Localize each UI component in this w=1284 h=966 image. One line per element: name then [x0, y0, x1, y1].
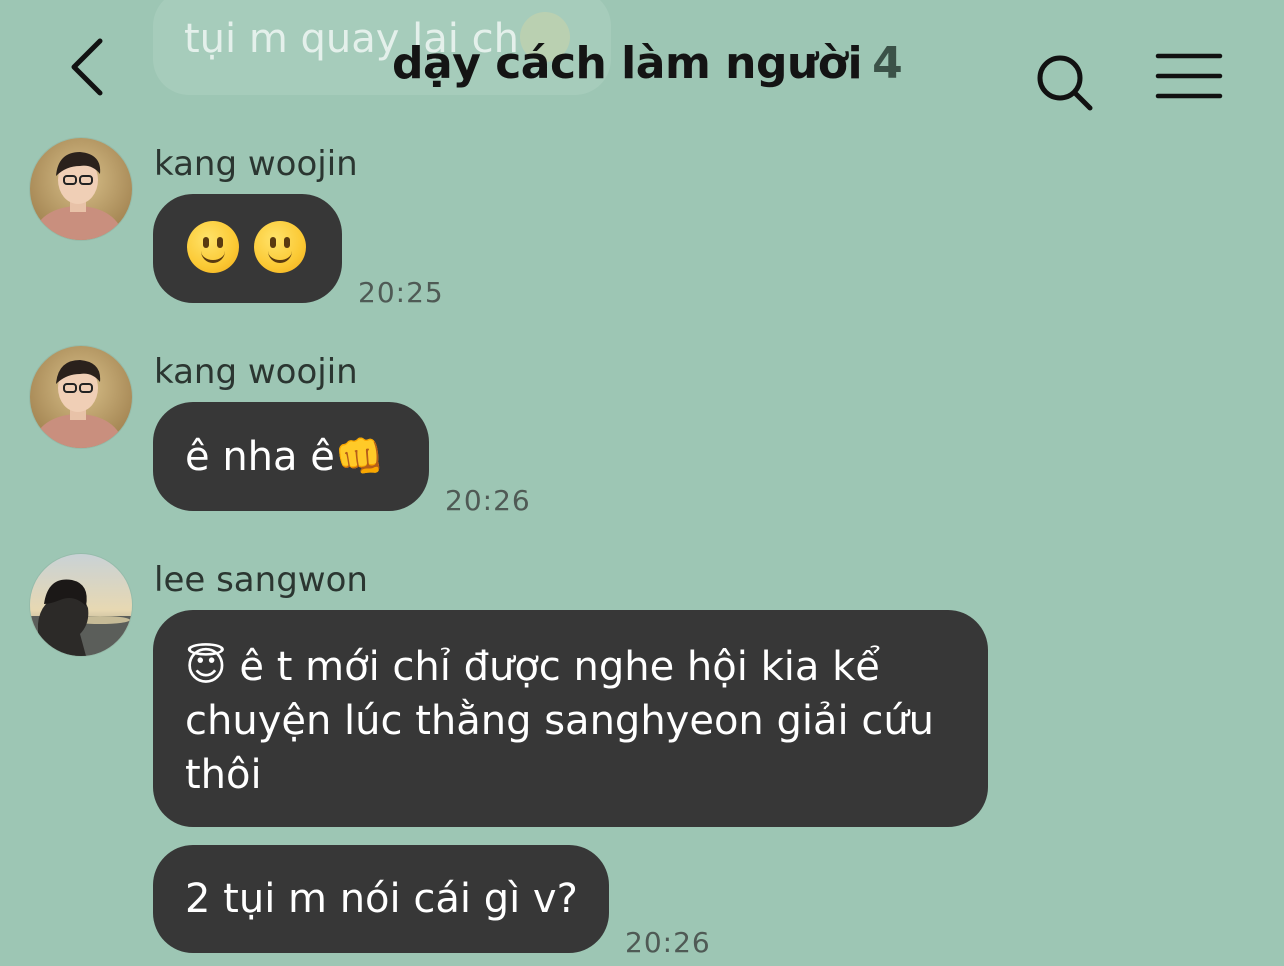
- search-icon: [1037, 55, 1093, 111]
- chat-header: dạy cách làm người 4: [0, 0, 1284, 130]
- message-bubble[interactable]: 2 tụi m nói cái gì v?: [153, 845, 609, 953]
- avatar-lee-sangwon: [30, 554, 132, 656]
- message-time: 20:26: [625, 926, 711, 959]
- message-text: 2 tụi m nói cái gì v?: [185, 876, 578, 922]
- message-bubble[interactable]: [153, 194, 342, 303]
- member-count: 4: [872, 38, 903, 89]
- sender-name: kang woojin: [154, 144, 358, 184]
- chat-screen: tụi m quay lại ch dạy cách làm người 4 k…: [0, 0, 1284, 966]
- message-text: 😇 ê t mới chỉ được nghe hội kia kể chuyệ…: [185, 644, 935, 798]
- message-time: 20:26: [445, 484, 531, 517]
- back-button[interactable]: [60, 35, 120, 99]
- slightly-smiling-face-icon: [254, 221, 307, 273]
- chat-title-group[interactable]: dạy cách làm người 4: [392, 38, 903, 89]
- avatar-kang-woojin: [30, 138, 132, 240]
- avatar[interactable]: [30, 138, 132, 240]
- message-text: ê nha ê👊: [185, 434, 385, 480]
- hamburger-menu-icon: [1155, 53, 1223, 99]
- avatar-kang-woojin: [30, 346, 132, 448]
- message-bubble[interactable]: ê nha ê👊: [153, 402, 429, 511]
- search-button[interactable]: [1032, 50, 1096, 114]
- slightly-smiling-face-icon: [187, 221, 239, 273]
- message-time: 20:25: [358, 276, 444, 309]
- message-bubble[interactable]: 😇 ê t mới chỉ được nghe hội kia kể chuyệ…: [153, 610, 988, 827]
- chat-title: dạy cách làm người: [392, 38, 863, 89]
- sender-name: kang woojin: [154, 352, 358, 392]
- avatar[interactable]: [30, 346, 132, 448]
- chevron-left-icon: [71, 38, 103, 96]
- sender-name: lee sangwon: [154, 560, 368, 600]
- menu-button[interactable]: [1154, 52, 1224, 104]
- avatar[interactable]: [30, 554, 132, 656]
